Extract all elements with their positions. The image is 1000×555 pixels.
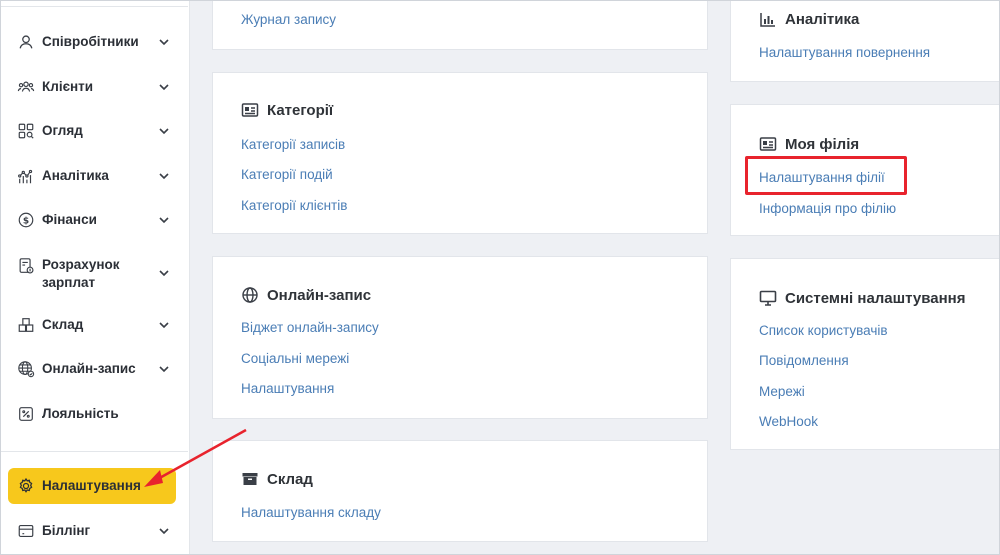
categories-clients-link[interactable]: Категорії клієнтів (241, 198, 347, 213)
online-booking-title-text: Онлайн-запис (267, 286, 372, 304)
categories-bookings-link[interactable]: Категорії записів (241, 137, 345, 152)
online-settings-link[interactable]: Налаштування (241, 381, 334, 396)
svg-text:$: $ (23, 217, 29, 227)
sidebar-item-warehouse[interactable]: Склад (8, 316, 176, 334)
clients-icon (16, 77, 36, 97)
online-booking-title: Онлайн-запис (241, 286, 371, 304)
user-icon (16, 32, 36, 52)
return-settings-link[interactable]: Налаштування повернення (759, 45, 930, 60)
analytics-card: Аналітика Налаштування повернення (730, 0, 1000, 82)
sidebar-item-label: Розрахунок зарплат (42, 257, 120, 290)
analytics-icon (16, 166, 36, 186)
categories-title-text: Категорії (267, 101, 334, 119)
sidebar-item-billing[interactable]: Біллінг (8, 522, 176, 540)
warehouse-title-text: Склад (267, 470, 313, 488)
chevron-down-icon (158, 80, 172, 94)
warehouse-settings-link[interactable]: Налаштування складу (241, 505, 381, 520)
my-branch-title-text: Моя філія (785, 135, 860, 153)
sidebar-item-payroll[interactable]: Розрахунок зарплат (8, 256, 176, 292)
analytics-title: Аналітика (759, 10, 859, 28)
notifications-link[interactable]: Повідомлення (759, 353, 849, 368)
social-networks-link[interactable]: Соціальні мережі (241, 351, 349, 366)
highlight-box (745, 156, 907, 195)
sidebar: Співробітники Клієнти Огляд Аналітика $ … (0, 0, 190, 555)
system-settings-card: Системні налаштування Список користувачі… (730, 258, 1000, 450)
sidebar-item-label: Фінанси (42, 212, 97, 227)
warehouse-icon (16, 315, 36, 335)
users-list-link[interactable]: Список користувачів (759, 323, 888, 338)
id-card-icon (241, 101, 259, 119)
sidebar-item-employees[interactable]: Співробітники (8, 33, 176, 51)
journal-link[interactable]: Журнал запису (241, 12, 336, 27)
sidebar-item-label: Співробітники (42, 34, 139, 49)
finance-icon: $ (16, 210, 36, 230)
sidebar-item-label: Аналітика (42, 168, 109, 183)
chevron-down-icon (158, 266, 172, 280)
sidebar-item-label: Біллінг (42, 523, 91, 538)
archive-box-icon (241, 470, 259, 488)
chevron-down-icon (158, 35, 172, 49)
overview-icon (16, 121, 36, 141)
chevron-down-icon (158, 213, 172, 227)
sidebar-item-label: Огляд (42, 123, 83, 138)
globe-icon (241, 286, 259, 304)
sidebar-item-online-booking[interactable]: Онлайн-запис (8, 360, 176, 378)
online-booking-icon (16, 359, 36, 379)
analytics-title-text: Аналітика (785, 10, 860, 28)
sidebar-item-overview[interactable]: Огляд (8, 122, 176, 140)
chevron-down-icon (158, 318, 172, 332)
id-card-icon (759, 135, 777, 153)
sidebar-item-finance[interactable]: $ Фінанси (8, 211, 176, 229)
chevron-down-icon (158, 362, 172, 376)
sidebar-item-analytics[interactable]: Аналітика (8, 167, 176, 185)
sidebar-item-settings[interactable]: Налаштування (8, 468, 176, 504)
sidebar-item-label: Лояльність (42, 406, 119, 421)
sidebar-item-label: Налаштування (42, 478, 141, 493)
gear-icon (16, 476, 36, 496)
bar-chart-icon (759, 10, 777, 28)
networks-link[interactable]: Мережі (759, 384, 805, 399)
payroll-icon (16, 256, 36, 276)
branch-info-link[interactable]: Інформація про філію (759, 201, 896, 216)
categories-title: Категорії (241, 101, 333, 119)
warehouse-title: Склад (241, 470, 313, 488)
loyalty-icon (16, 404, 36, 424)
journal-card: Журнал запису (212, 0, 708, 50)
online-booking-card: Онлайн-запис Віджет онлайн-запису Соціал… (212, 256, 708, 419)
my-branch-title: Моя філія (759, 135, 859, 153)
sidebar-top-divider (0, 6, 188, 7)
billing-icon (16, 521, 36, 541)
chevron-down-icon (158, 124, 172, 138)
sidebar-item-label: Склад (42, 317, 84, 332)
chevron-down-icon (158, 169, 172, 183)
sidebar-item-label: Клієнти (42, 79, 94, 94)
sidebar-divider (0, 451, 188, 452)
sidebar-item-clients[interactable]: Клієнти (8, 78, 176, 96)
categories-card: Категорії Категорії записів Категорії по… (212, 72, 708, 234)
chevron-down-icon (158, 524, 172, 538)
sidebar-item-loyalty[interactable]: Лояльність (8, 405, 176, 423)
sidebar-item-label: Онлайн-запис (42, 361, 136, 376)
system-settings-title: Системні налаштування (759, 289, 965, 307)
webhook-link[interactable]: WebHook (759, 414, 818, 429)
warehouse-card: Склад Налаштування складу (212, 440, 708, 542)
monitor-icon (759, 289, 777, 307)
widget-link[interactable]: Віджет онлайн-запису (241, 320, 379, 335)
categories-events-link[interactable]: Категорії подій (241, 167, 333, 182)
system-settings-title-text: Системні налаштування (785, 289, 966, 307)
